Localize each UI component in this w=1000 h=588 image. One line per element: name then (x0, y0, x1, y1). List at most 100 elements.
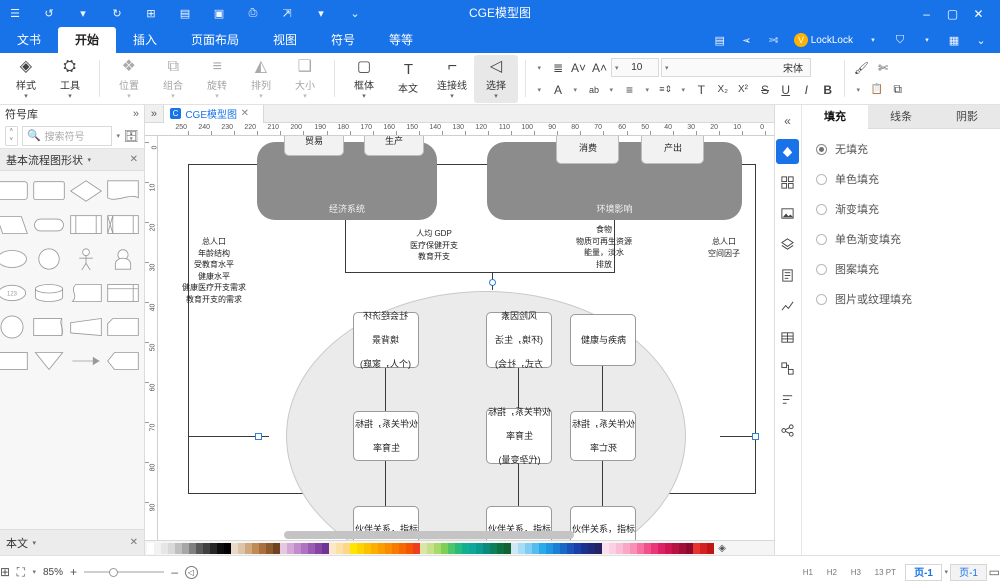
color-swatch[interactable] (364, 542, 371, 554)
diagram-page[interactable]: 环境影响 产出 消费 经济系统 生产 贸易 食物 物质可再生资源 能量，淡水 排… (158, 136, 774, 540)
layers-tool-icon[interactable] (777, 232, 800, 257)
color-swatch[interactable] (525, 542, 532, 554)
color-palette[interactable]: ◈ (145, 540, 774, 555)
tab-page-layout[interactable]: 页面布局 (174, 27, 256, 53)
color-swatch[interactable] (266, 542, 273, 554)
color-swatch[interactable] (434, 542, 441, 554)
shape-circle-2[interactable] (0, 313, 29, 341)
frame-caret-icon[interactable]: ▾ (362, 93, 366, 100)
shape-parallelogram[interactable] (0, 211, 29, 239)
color-swatch[interactable] (469, 542, 476, 554)
share-tool-icon[interactable] (777, 418, 800, 443)
color-swatch[interactable] (196, 542, 203, 554)
color-swatch[interactable] (700, 542, 707, 554)
expand-panel-icon[interactable]: » (133, 108, 139, 120)
section-caret-icon[interactable]: ▾ (87, 156, 91, 164)
font-size-select[interactable]: ▾ 10 (611, 58, 659, 77)
save-icon[interactable]: ▣ (212, 7, 226, 21)
undo-icon[interactable]: ↺ (110, 7, 124, 21)
color-swatch[interactable] (567, 542, 574, 554)
color-swatch[interactable] (665, 542, 672, 554)
color-swatch[interactable] (357, 542, 364, 554)
tab-document[interactable]: 文书 (0, 27, 58, 53)
fill-option-picture[interactable]: 图片或纹理填充 (816, 291, 986, 307)
position-button[interactable]: ❖ 位置 ▾ (107, 55, 151, 103)
zoom-reset-icon[interactable]: ◁ (184, 565, 198, 579)
chart-tool-icon[interactable] (777, 294, 800, 319)
group-button[interactable]: ⧉ 组合 ▾ (151, 55, 195, 103)
scissors-icon[interactable]: ✄ (767, 33, 781, 47)
color-swatch[interactable] (329, 542, 336, 554)
rotate-caret-icon[interactable]: ▾ (215, 93, 219, 100)
tools-button[interactable]: ⛭ 工具 ▾ (48, 55, 92, 103)
color-swatch[interactable] (560, 542, 567, 554)
line-spacing-icon[interactable]: ≡⇕ (656, 80, 675, 99)
color-swatch[interactable] (224, 542, 231, 554)
paste-icon[interactable]: 📋 (867, 80, 886, 99)
cursor-icon[interactable]: ➢ (740, 33, 754, 47)
fit-width-icon[interactable]: ⛶ (17, 565, 25, 580)
page-view-icon[interactable]: ▭ (989, 565, 1000, 579)
fill-option-solid[interactable]: 单色填充 (816, 171, 986, 187)
page-caret-icon[interactable]: ▾ (944, 568, 948, 576)
text-direction-caret-icon[interactable]: ▾ (677, 80, 690, 99)
more-colors-icon[interactable]: ◈ (718, 543, 726, 554)
color-swatch[interactable] (637, 542, 644, 554)
color-swatch[interactable] (336, 542, 343, 554)
color-swatch[interactable] (245, 542, 252, 554)
shape-corner-doc[interactable] (106, 313, 140, 341)
color-swatch[interactable] (406, 542, 413, 554)
color-swatch[interactable] (315, 542, 322, 554)
size-button[interactable]: ❑ 大小 ▾ (283, 55, 327, 103)
caret-down-icon[interactable]: ▾ (314, 7, 328, 21)
color-swatch[interactable] (168, 542, 175, 554)
app-menu-icon[interactable]: ☰ (8, 7, 22, 21)
group-node-xiaofei[interactable]: 消费 (556, 136, 619, 164)
doc-tab-more-icon[interactable]: » (145, 108, 163, 120)
superscript-icon[interactable]: X² (734, 80, 753, 99)
selection-handle-left[interactable] (752, 433, 759, 440)
color-swatch[interactable] (385, 542, 392, 554)
shapes-footer[interactable]: 本文 ▾ ✕ (0, 529, 144, 555)
color-swatch[interactable] (455, 542, 462, 554)
tab-dengdeng[interactable]: 等等 (372, 27, 430, 53)
color-swatch[interactable] (497, 542, 504, 554)
color-swatch[interactable] (672, 542, 679, 554)
text-tool-button[interactable]: T 本文 (386, 55, 430, 103)
bold-icon[interactable]: B (818, 80, 837, 99)
print-icon[interactable]: ⎙ (246, 7, 260, 21)
node-mortality[interactable]: 伙伴关系，指标 死亡率 (570, 411, 636, 461)
shapes-section-header[interactable]: 基本流程图形状 ▾ ✕ (0, 149, 144, 171)
page-tab-2[interactable]: 页-1 (949, 563, 987, 581)
font-color-icon[interactable]: A (548, 80, 567, 99)
color-swatch[interactable] (546, 542, 553, 554)
undo-caret-icon[interactable]: ▾ (76, 7, 90, 21)
connector-button[interactable]: ⌐ 连接线 ▾ (430, 55, 474, 103)
style-caret-icon[interactable]: ▾ (24, 93, 28, 100)
color-swatch[interactable] (259, 542, 266, 554)
comment-icon[interactable]: ▤ (713, 33, 727, 47)
fill-option-mono-gradient[interactable]: 单色渐变填充 (816, 231, 986, 247)
shape-rounded-rect[interactable] (0, 177, 29, 205)
line-spacing-caret-icon[interactable]: ▾ (641, 80, 654, 99)
color-swatch[interactable] (651, 542, 658, 554)
font-color-caret-icon[interactable]: ▾ (533, 80, 546, 99)
collapse-ribbon-icon[interactable]: ⌄ (974, 33, 988, 47)
horizontal-scrollbar[interactable] (158, 531, 774, 539)
tab-symbols[interactable]: 符号 (314, 27, 372, 53)
color-swatch[interactable] (483, 542, 490, 554)
fill-option-pattern[interactable]: 图案填充 (816, 261, 986, 277)
window-maximize-button[interactable]: ▢ (945, 6, 960, 21)
node-risk-factors[interactable]: 风险因素 (环境，生活 方式，社会) (486, 311, 552, 369)
color-swatch[interactable] (182, 542, 189, 554)
color-swatch[interactable] (371, 542, 378, 554)
arrange-button[interactable]: ◭ 排列 ▾ (239, 55, 283, 103)
lockdock-widget[interactable]: V LockLock (793, 33, 853, 47)
image-tool-icon[interactable] (777, 201, 800, 226)
tools-caret-icon[interactable]: ▾ (68, 93, 72, 100)
node-health-disease[interactable]: 健康与疾病 (570, 314, 636, 366)
color-swatch[interactable] (203, 542, 210, 554)
subscript-icon[interactable]: X₂ (713, 80, 732, 99)
highlight-caret-icon[interactable]: ▾ (569, 80, 582, 99)
list-tool-icon[interactable] (777, 387, 800, 412)
